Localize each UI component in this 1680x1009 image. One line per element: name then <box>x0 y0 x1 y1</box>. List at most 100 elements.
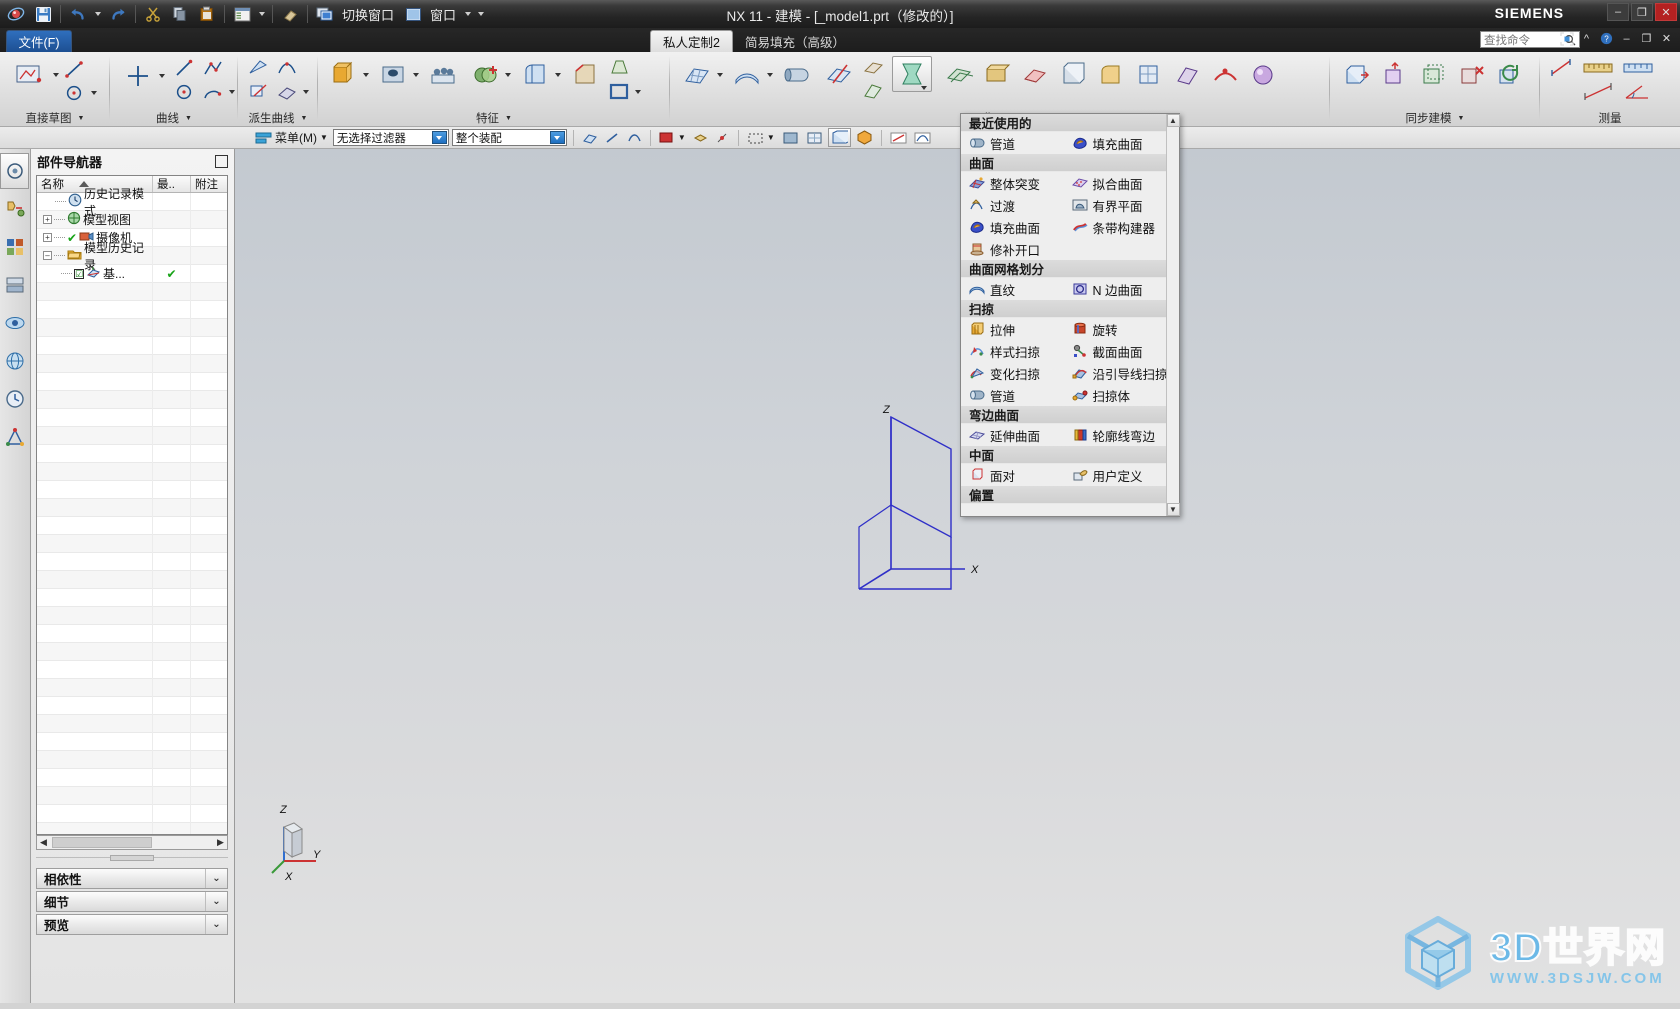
graphics-window[interactable]: Z Y X Z Y X <box>235 149 1680 1009</box>
table-row[interactable] <box>37 786 227 805</box>
table-row[interactable] <box>37 390 227 409</box>
menu-item-patch-opening[interactable]: 修补开口 <box>961 238 1064 260</box>
curve-arc-dropdown[interactable] <box>226 85 237 99</box>
selection-filter-combo[interactable]: 无选择过滤器 <box>332 129 449 146</box>
trim-sheet-button[interactable] <box>822 58 856 92</box>
layer-icon[interactable] <box>691 128 710 147</box>
pin-icon[interactable] <box>215 154 228 168</box>
rail-item-history[interactable] <box>0 381 29 417</box>
fullscreen-icon[interactable] <box>1559 31 1574 46</box>
table-row[interactable] <box>37 768 227 787</box>
table-row[interactable] <box>37 804 227 823</box>
surface-extra-2-button[interactable] <box>860 79 886 103</box>
bridge-curve-button[interactable] <box>274 56 300 80</box>
save-icon[interactable] <box>30 2 56 26</box>
window-layout-dropdown-caret[interactable] <box>256 2 268 26</box>
qat-overflow-caret[interactable] <box>475 2 487 26</box>
measure-ruler-button[interactable] <box>1580 56 1616 80</box>
sketch-curve-button[interactable] <box>10 94 50 96</box>
menu-item-extrude[interactable]: 拉伸 <box>961 318 1064 340</box>
menu-item-n-sided-surface[interactable]: N 边曲面 <box>1064 278 1167 300</box>
table-row[interactable] <box>37 552 227 571</box>
copy-icon[interactable] <box>167 2 193 26</box>
snap-point-icon[interactable] <box>713 128 732 147</box>
menu-item-extension-surface[interactable]: 延伸曲面 <box>961 424 1064 446</box>
shaded-view-icon[interactable] <box>780 128 801 147</box>
splitter-grip[interactable] <box>110 855 154 861</box>
measure-angle2-button[interactable] <box>1620 80 1656 104</box>
menu-item-variational-sweep[interactable]: 变化扫掠 <box>961 362 1064 384</box>
sew-button[interactable] <box>1018 58 1052 92</box>
line-style-icon[interactable] <box>888 128 909 147</box>
hole-dropdown[interactable] <box>410 68 421 82</box>
menu-item-bounded-plane[interactable]: 有界平面 <box>1064 194 1167 216</box>
offset-surface-button[interactable] <box>942 58 976 92</box>
chevron-down-icon[interactable]: ⌄ <box>205 869 227 888</box>
window-menu-label[interactable]: 窗口 <box>427 5 461 24</box>
tube-button[interactable] <box>780 58 814 92</box>
surface-gallery-menu[interactable]: 最近使用的 管道 填充曲面 曲面 整体突变 拟合曲面 过渡 有界平面 填充曲面 … <box>960 113 1180 517</box>
feature-more-dropdown[interactable] <box>632 85 643 99</box>
menu-item-fit-surface[interactable]: 拟合曲面 <box>1064 172 1167 194</box>
eraser-icon[interactable] <box>277 2 303 26</box>
unite-dropdown[interactable] <box>502 68 513 82</box>
table-row[interactable] <box>37 516 227 535</box>
doc-restore-icon[interactable]: ❐ <box>1639 31 1654 46</box>
window-menu-icon[interactable] <box>400 2 426 26</box>
curve-cross-button[interactable] <box>120 62 156 90</box>
paste-icon[interactable] <box>194 2 220 26</box>
table-row[interactable] <box>37 498 227 517</box>
select-face-icon[interactable] <box>580 128 600 147</box>
curve-cross-dropdown[interactable] <box>156 69 167 83</box>
surface-extra-6-button[interactable] <box>1208 58 1242 92</box>
tree-horizontal-scrollbar[interactable]: ◀ ▶ <box>36 835 228 850</box>
column-header-latest[interactable]: 最.. <box>153 176 191 192</box>
surface-gallery-dropdown[interactable] <box>918 82 929 94</box>
selection-filter-caret[interactable] <box>431 131 447 144</box>
curve-style-icon[interactable] <box>912 128 933 147</box>
edge-blend-button[interactable] <box>518 58 552 92</box>
table-row[interactable] <box>37 282 227 301</box>
table-row[interactable] <box>37 462 227 481</box>
accordion-dependencies[interactable]: 相依性 ⌄ <box>36 868 228 889</box>
chevron-down-icon[interactable]: ⌄ <box>205 915 227 934</box>
table-row[interactable] <box>37 696 227 715</box>
tree-expander[interactable]: – <box>43 251 52 260</box>
table-row[interactable] <box>37 480 227 499</box>
tab-custom-2[interactable]: 私人定制2 <box>650 30 733 52</box>
draft-button[interactable] <box>606 55 632 79</box>
rail-item-part-navigator[interactable] <box>0 229 29 265</box>
ribbon-collapse-icon[interactable]: ^ <box>1579 31 1594 46</box>
window-layout-icon[interactable] <box>229 2 255 26</box>
table-row[interactable] <box>37 660 227 679</box>
table-row[interactable] <box>37 624 227 643</box>
part-navigator-tree[interactable]: 名称 最.. 附注 历史记录模式 + 模型视图 + ✔ 摄像机 – 模型历史记录… <box>36 175 228 835</box>
selection-scope-combo[interactable]: 整个装配 <box>451 129 567 146</box>
doc-close-icon[interactable]: ✕ <box>1659 31 1674 46</box>
rail-item-constraint-navigator[interactable] <box>0 191 29 227</box>
wireframe-view-icon[interactable] <box>804 128 825 147</box>
scroll-left-icon[interactable]: ◀ <box>37 837 50 848</box>
nx-logo-icon[interactable] <box>3 2 29 26</box>
render-style-icon[interactable] <box>827 128 851 147</box>
delete-face-button[interactable] <box>1454 58 1488 92</box>
menu-button[interactable]: 菜单(M) ▼ <box>253 128 330 147</box>
color-swatch-icon[interactable]: ▼ <box>657 128 688 147</box>
menu-item-user-defined[interactable]: 用户定义 <box>1064 464 1167 486</box>
menu-item-tube[interactable]: 管道 <box>961 132 1064 154</box>
derived-curve-dropdown[interactable] <box>300 85 311 99</box>
selection-scope-caret[interactable] <box>549 131 565 144</box>
menu-item-swept-volume[interactable]: 扫掠体 <box>1064 384 1167 406</box>
pattern-feature-button[interactable] <box>426 58 460 92</box>
scroll-right-icon[interactable]: ▶ <box>214 837 227 848</box>
table-row[interactable] <box>37 318 227 337</box>
unite-button[interactable] <box>468 58 502 92</box>
thicken-button[interactable] <box>980 58 1014 92</box>
rail-item-process-studio[interactable] <box>0 419 29 455</box>
cut-icon[interactable] <box>140 2 166 26</box>
pull-face-button[interactable] <box>1378 58 1412 92</box>
sketch-line-button[interactable] <box>62 58 88 80</box>
replace-face-button[interactable] <box>1492 58 1526 92</box>
table-row[interactable] <box>37 732 227 751</box>
table-row[interactable] <box>37 588 227 607</box>
